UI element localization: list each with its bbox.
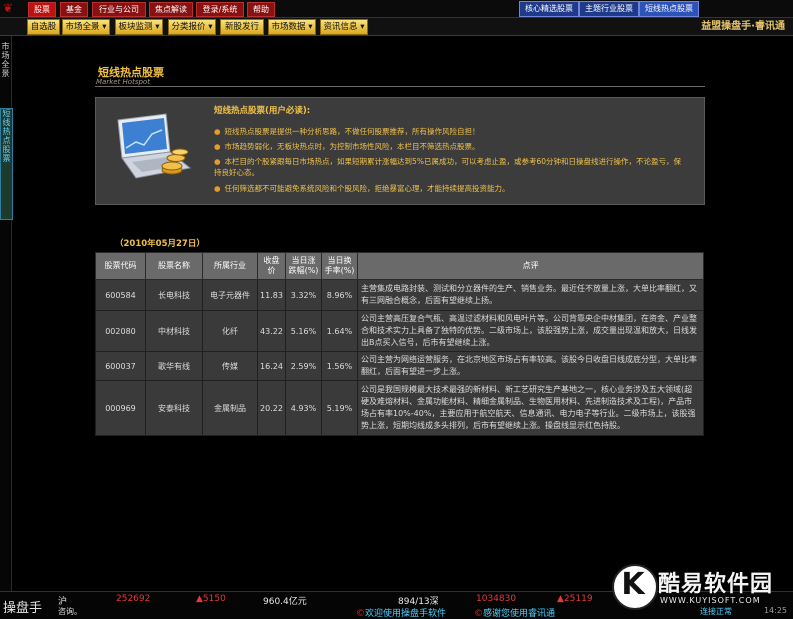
cell-code: 002080	[95, 310, 146, 352]
cell-name: 长电科技	[145, 279, 203, 311]
cell-close: 43.22	[257, 310, 286, 352]
cell-change: 5.16%	[285, 310, 322, 352]
scroll-message: ©欢迎使用操盘手软件	[356, 609, 447, 619]
report-date: （2010年05月27日）	[115, 239, 205, 249]
watermark-logo: K 酷易软件园 WWW.KUYISOFT.COM	[612, 564, 788, 610]
tab-industry-company[interactable]: 行业与公司	[92, 2, 146, 17]
title-divider	[95, 86, 705, 87]
laptop-coins-icon	[117, 113, 192, 179]
tab-focus-analysis[interactable]: 焦点解读	[149, 2, 193, 17]
cell-turnover: 1.64%	[321, 310, 358, 352]
bullet-icon: ●	[214, 127, 221, 136]
tab-login-system[interactable]: 登录/系统	[196, 2, 244, 17]
cell-comment: 公司是我国规模最大技术最强的新材料、新工艺研究生产基地之一，核心业务涉及五大领域…	[357, 380, 704, 436]
menu-watchlist[interactable]: 自选股	[27, 19, 60, 35]
cell-industry: 传媒	[202, 351, 258, 381]
cell-name: 安泰科技	[145, 380, 203, 436]
col-header-name: 股票名称	[145, 252, 203, 280]
cell-industry: 金属制品	[202, 380, 258, 436]
table-row[interactable]: 600037 歌华有线 传媒 16.24 2.59% 1.56% 公司主营为网络…	[95, 351, 704, 381]
cell-change: 4.93%	[285, 380, 322, 436]
cell-code: 600584	[95, 279, 146, 311]
bullet-icon: ●	[214, 184, 221, 193]
col-header-close: 收盘价	[257, 252, 286, 280]
notice-item: ● 本栏目的个股紧跟每日市场热点，如果短期累计涨幅达到5%已属成功，可以考虑止盈，…	[214, 157, 681, 177]
table-row[interactable]: 600584 长电科技 电子元器件 11.83 3.32% 8.96% 主营集成…	[95, 279, 704, 311]
bottom-brand: 操盘手	[3, 601, 43, 616]
cell-comment: 公司主营高压复合气瓶、高温过滤材料和风电叶片等。公司背靠央企中材集团，在资金、产…	[357, 310, 704, 352]
col-header-industry: 所属行业	[202, 252, 258, 280]
bullet-icon: ●	[214, 142, 221, 151]
notice-item: ● 市场趋势弱化，无板块热点时，为控制市场性风险，本栏目不筛选热点股票。	[214, 142, 480, 151]
vtab-market-overview[interactable]: 市场全景	[0, 42, 11, 82]
hot-stocks-table: 股票代码 股票名称 所属行业 收盘价 当日涨跌幅(%) 当日换手率(%) 点评 …	[95, 252, 704, 436]
cell-turnover: 8.96%	[321, 279, 358, 311]
menu-market-overview[interactable]: 市场全景 ▾	[62, 19, 110, 35]
notice-item: ● 短线热点股票是提供一种分析思路，不做任何股票推荐，所有操作风险自担！	[214, 127, 480, 136]
menu-market-data[interactable]: 市场数据 ▾	[268, 19, 316, 35]
cell-industry: 电子元器件	[202, 279, 258, 311]
tab-theme-industry-stocks[interactable]: 主题行业股票	[579, 1, 639, 17]
app-logo-icon: ❦	[3, 1, 14, 15]
watermark-name: 酷易软件园	[658, 572, 774, 597]
cell-industry: 化纤	[202, 310, 258, 352]
menu-news-info[interactable]: 资讯信息 ▾	[320, 19, 368, 35]
watermark-letter: K	[621, 567, 645, 602]
top-bar: ❦ 股票 基金 行业与公司 焦点解读 登录/系统 帮助 核心精选股票 主题行业股…	[0, 0, 793, 18]
cell-close: 20.22	[257, 380, 286, 436]
watermark-url: WWW.KUYISOFT.COM	[660, 596, 761, 605]
menu-category-quotes[interactable]: 分类报价 ▾	[168, 19, 216, 35]
col-header-code: 股票代码	[95, 252, 146, 280]
thanks-message: ©感谢您使用睿讯通	[474, 609, 556, 619]
table-row[interactable]: 000969 安泰科技 金属制品 20.22 4.93% 5.19% 公司是我国…	[95, 380, 704, 436]
page-subtitle: Market Hotspot	[96, 78, 150, 86]
left-vertical-tabs: 市场全景 短线热点股票	[0, 36, 13, 591]
sh-turnover-amount: 960.4亿元	[263, 597, 307, 607]
cell-comment: 公司主营为网络运营服务，在北京地区市场占有率较高。该股今日收盘日线成底分型，大单…	[357, 351, 704, 381]
cell-name: 歌华有线	[145, 351, 203, 381]
tab-funds[interactable]: 基金	[60, 2, 88, 17]
cell-turnover: 1.56%	[321, 351, 358, 381]
col-header-change: 当日涨跌幅(%)	[285, 252, 322, 280]
sz-index-delta: ▲25119	[557, 594, 593, 604]
sz-index-value: 1034830	[476, 594, 517, 604]
col-header-turnover: 当日换手率(%)	[321, 252, 358, 280]
menu-bar: 自选股 市场全景 ▾ 板块监测 ▾ 分类报价 ▾ 新股发行 市场数据 ▾ 资讯信…	[0, 18, 793, 36]
sh-index-value: 252692	[116, 594, 151, 604]
brand-title: 益盟操盘手·睿讯通	[701, 21, 785, 32]
menu-sector-monitor[interactable]: 板块监测 ▾	[115, 19, 163, 35]
advance-decline-ratio: 894/13深	[398, 597, 439, 607]
sh-index-delta: ▲5150	[196, 594, 226, 604]
cell-change: 2.59%	[285, 351, 322, 381]
cell-change: 3.32%	[285, 279, 322, 311]
vtab-short-term-hot[interactable]: 短线热点股票	[0, 108, 13, 220]
cell-turnover: 5.19%	[321, 380, 358, 436]
tab-stocks[interactable]: 股票	[28, 2, 56, 17]
status-sub-left: 咨询。	[58, 607, 82, 616]
table-header-row: 股票代码 股票名称 所属行业 收盘价 当日涨跌幅(%) 当日换手率(%) 点评	[95, 252, 704, 280]
col-header-comment: 点评	[357, 252, 704, 280]
menu-ipo[interactable]: 新股发行	[220, 19, 264, 35]
notice-item: ● 任何筛选都不可能避免系统风险和个股风险，拒绝暴富心理，才能持续提高投资能力。	[214, 184, 510, 193]
notice-panel: 短线热点股票(用户必读): ● 短线热点股票是提供一种分析思路，不做任何股票推荐，…	[95, 97, 705, 205]
table-row[interactable]: 002080 中材科技 化纤 43.22 5.16% 1.64% 公司主营高压复…	[95, 310, 704, 352]
cell-code: 600037	[95, 351, 146, 381]
cell-code: 000969	[95, 380, 146, 436]
cell-name: 中材科技	[145, 310, 203, 352]
cell-comment: 主营集成电路封装、测试和分立器件的生产、销售业务。最近任不放量上涨，大单比率翻红…	[357, 279, 704, 311]
tab-help[interactable]: 帮助	[247, 2, 275, 17]
bullet-icon: ●	[214, 157, 221, 166]
cell-close: 11.83	[257, 279, 286, 311]
cell-close: 16.24	[257, 351, 286, 381]
tab-short-term-hot-stocks[interactable]: 短线热点股票	[639, 1, 699, 17]
tab-core-stocks[interactable]: 核心精选股票	[519, 1, 579, 17]
notice-title: 短线热点股票(用户必读):	[214, 106, 311, 116]
